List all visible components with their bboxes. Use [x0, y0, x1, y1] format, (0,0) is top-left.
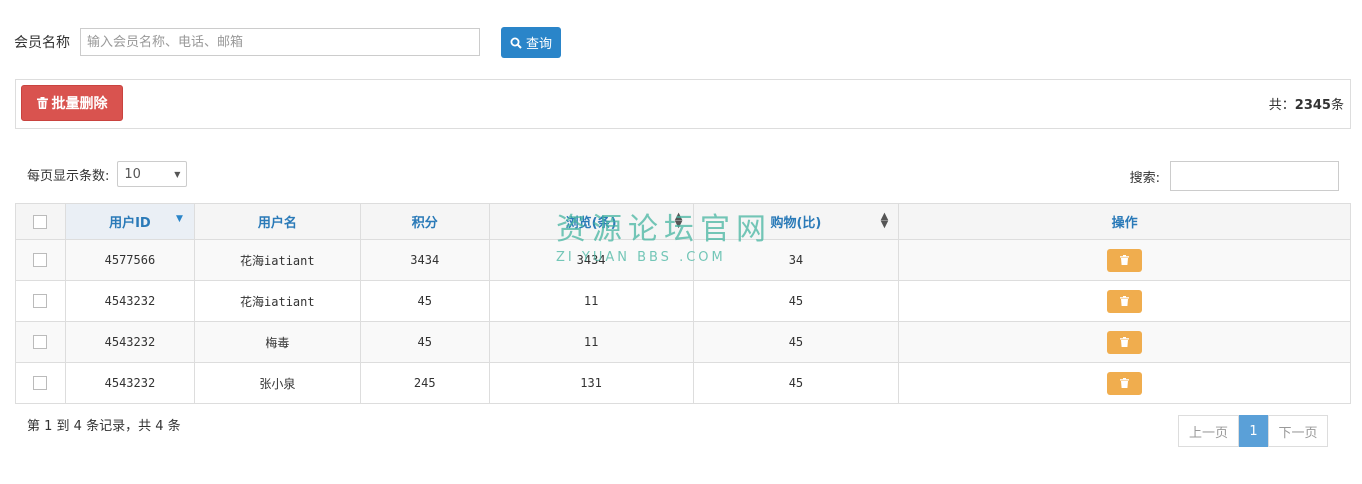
select-all-cell — [15, 203, 66, 240]
cell-points: 245 — [359, 362, 490, 404]
search-bar: 会员名称 — [14, 27, 480, 57]
sort-desc-icon: ▼ — [175, 214, 183, 224]
per-page-select[interactable]: 10 ▼ — [117, 161, 188, 187]
trash-icon — [1120, 296, 1130, 306]
cell-username: 花海iatiant — [193, 280, 361, 322]
cell-actions — [898, 280, 1351, 322]
table-row: 4543232 花海iatiant 45 11 45 — [15, 280, 1351, 322]
search-label: 会员名称 — [14, 35, 70, 51]
sort-icon: ▲ ▼ — [674, 211, 683, 230]
cell-username: 梅毒 — [193, 321, 361, 363]
table-row: 4543232 张小泉 245 131 45 — [15, 362, 1351, 404]
cell-user-id: 4543232 — [64, 362, 195, 404]
cell-views: 11 — [488, 280, 694, 322]
per-page-control: 每页显示条数: 10 ▼ — [27, 161, 188, 187]
col-points-label: 积分 — [411, 216, 438, 231]
per-page-label: 每页显示条数: — [27, 168, 110, 184]
cell-points: 45 — [359, 321, 490, 363]
sort-icon: ▲ ▼ — [880, 211, 889, 230]
col-user-id-label: 用户ID — [109, 216, 151, 231]
col-points[interactable]: 积分 — [359, 203, 490, 240]
next-page-button[interactable]: 下一页 — [1268, 415, 1328, 447]
row-delete-button[interactable] — [1107, 289, 1143, 313]
cell-purchases: 45 — [692, 362, 900, 404]
cell-views: 131 — [488, 362, 694, 404]
col-actions: 操作 — [898, 203, 1351, 240]
total-count: 共：2345条 — [1269, 94, 1344, 113]
col-views-label: 浏览(条) — [565, 216, 617, 231]
total-prefix: 共： — [1268, 98, 1295, 113]
table-row: 4577566 花海iatiant 3434 3434 34 — [15, 239, 1351, 281]
row-checkbox[interactable] — [33, 253, 48, 268]
filter-label: 搜索: — [1129, 170, 1160, 186]
cell-user-id: 4577566 — [64, 239, 195, 281]
row-select-cell — [15, 362, 66, 404]
query-button-label: 查询 — [525, 36, 552, 51]
members-table: 用户ID ▼ 用户名 积分 浏览(条) ▲ ▼ 购物(比) ▲ ▼ 操作 4577566 … — [15, 203, 1351, 404]
trash-icon — [1120, 255, 1130, 265]
select-all-checkbox[interactable] — [33, 214, 48, 229]
batch-delete-label: 批量删除 — [51, 95, 108, 111]
table-header-row: 用户ID ▼ 用户名 积分 浏览(条) ▲ ▼ 购物(比) ▲ ▼ 操作 — [15, 203, 1351, 240]
row-delete-button[interactable] — [1107, 330, 1143, 354]
cell-points: 45 — [359, 280, 490, 322]
prev-page-button[interactable]: 上一页 — [1178, 415, 1239, 447]
filter-input[interactable] — [1170, 161, 1339, 191]
search-icon — [510, 37, 522, 49]
total-number: 2345 — [1294, 98, 1331, 113]
row-delete-button[interactable] — [1107, 371, 1143, 395]
row-select-cell — [15, 321, 66, 363]
batch-delete-button[interactable]: 批量删除 — [21, 85, 123, 121]
col-purchases[interactable]: 购物(比) ▲ ▼ — [692, 203, 900, 240]
col-username-label: 用户名 — [257, 216, 297, 231]
per-page-value: 10 — [124, 166, 141, 182]
table-filter: 搜索: — [1130, 161, 1339, 191]
total-suffix: 条 — [1330, 98, 1344, 113]
row-checkbox[interactable] — [33, 376, 48, 391]
row-delete-button[interactable] — [1107, 248, 1143, 272]
col-username[interactable]: 用户名 — [193, 203, 361, 240]
search-input[interactable] — [80, 28, 480, 56]
cell-username: 张小泉 — [193, 362, 361, 404]
cell-actions — [898, 362, 1351, 404]
row-select-cell — [15, 239, 66, 281]
col-views[interactable]: 浏览(条) ▲ ▼ — [488, 203, 694, 240]
row-checkbox[interactable] — [33, 335, 48, 350]
toolbar: 批量删除 共：2345条 — [15, 79, 1351, 129]
caret-down-icon: ▼ — [174, 169, 181, 179]
cell-points: 3434 — [359, 239, 490, 281]
query-button[interactable]: 查询 — [501, 27, 561, 58]
col-user-id[interactable]: 用户ID ▼ — [64, 203, 195, 240]
cell-views: 3434 — [488, 239, 694, 281]
pagination: 上一页 1 下一页 — [1178, 415, 1328, 447]
col-actions-label: 操作 — [1111, 216, 1138, 231]
cell-purchases: 45 — [692, 280, 900, 322]
cell-actions — [898, 321, 1351, 363]
cell-views: 11 — [488, 321, 694, 363]
cell-user-id: 4543232 — [64, 321, 195, 363]
trash-icon — [1120, 378, 1130, 388]
cell-purchases: 45 — [692, 321, 900, 363]
row-select-cell — [15, 280, 66, 322]
cell-actions — [898, 239, 1351, 281]
cell-username: 花海iatiant — [193, 239, 361, 281]
table-row: 4543232 梅毒 45 11 45 — [15, 321, 1351, 363]
col-purchases-label: 购物(比) — [770, 216, 822, 231]
trash-icon — [36, 97, 48, 109]
cell-user-id: 4543232 — [64, 280, 195, 322]
trash-icon — [1120, 337, 1130, 347]
cell-purchases: 34 — [692, 239, 900, 281]
records-info: 第 1 到 4 条记录，共 4 条 — [27, 419, 181, 434]
page-1-button[interactable]: 1 — [1239, 415, 1268, 447]
row-checkbox[interactable] — [33, 294, 48, 309]
